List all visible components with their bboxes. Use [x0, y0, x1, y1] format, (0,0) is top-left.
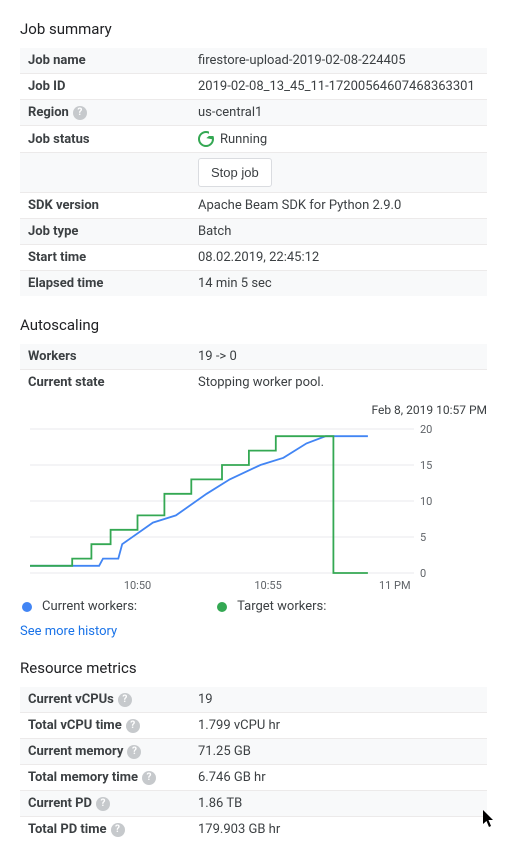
x-tick-label: 11 PM	[379, 579, 411, 592]
resource-row-value: 19	[190, 687, 487, 713]
autoscaling-row-value: Stopping worker pool.	[190, 370, 487, 396]
autoscaling-table: Workers19 -> 0Current stateStopping work…	[20, 344, 487, 395]
autoscaling-title: Autoscaling	[20, 316, 487, 334]
summary-row-value: 08.02.2019, 22:45:12	[190, 245, 487, 271]
summary-row-label: Job ID	[20, 74, 190, 100]
summary-row-label: SDK version	[20, 193, 190, 219]
chart-legend: Current workers: Target workers:	[20, 593, 487, 618]
resource-row-value: 1.86 TB	[190, 791, 487, 817]
resource-row-label: Current vCPUs?	[20, 687, 190, 713]
legend-dot-current	[22, 602, 32, 612]
resource-row-value: 71.25 GB	[190, 739, 487, 765]
status-text: Running	[220, 132, 267, 147]
autoscaling-chart: 0 5 10 15 20 10:50 10:55 11 PM	[20, 423, 450, 593]
resource-row-label: Total vCPU time?	[20, 713, 190, 739]
legend-label-current: Current workers:	[42, 599, 137, 614]
legend-current-workers: Current workers:	[22, 599, 137, 614]
summary-row-value: 14 min 5 sec	[190, 271, 487, 297]
summary-row-label: Region?	[20, 100, 190, 126]
resource-row-value: 179.903 GB hr	[190, 817, 487, 842]
resource-row-label: Total memory time?	[20, 765, 190, 791]
resource-row-value: 1.799 vCPU hr	[190, 713, 487, 739]
summary-row-label: Job type	[20, 219, 190, 245]
resource-row-label: Total PD time?	[20, 817, 190, 842]
y-tick-label: 10	[420, 495, 432, 508]
help-icon[interactable]: ?	[126, 719, 140, 733]
legend-dot-target	[217, 602, 227, 612]
help-icon[interactable]: ?	[73, 106, 87, 120]
y-tick-label: 15	[420, 459, 432, 472]
summary-row-value: firestore-upload-2019-02-08-224405	[190, 48, 487, 74]
help-icon[interactable]: ?	[142, 771, 156, 785]
help-icon[interactable]: ?	[96, 797, 110, 811]
y-tick-label: 0	[420, 567, 426, 580]
stop-job-button[interactable]: Stop job	[198, 158, 272, 187]
summary-row-label: Job status	[20, 126, 190, 153]
series-target-workers	[30, 436, 368, 573]
summary-row-value: us-central1	[190, 100, 487, 126]
autoscaling-row-label: Current state	[20, 370, 190, 396]
summary-row-value: Batch	[190, 219, 487, 245]
summary-row-value: Running	[190, 126, 487, 153]
summary-row-label: Job name	[20, 48, 190, 74]
chart-timestamp: Feb 8, 2019 10:57 PM	[0, 403, 487, 417]
summary-row-label: Elapsed time	[20, 271, 190, 297]
resource-metrics-table: Current vCPUs?19Total vCPU time?1.799 vC…	[20, 687, 487, 842]
summary-row-value: Apache Beam SDK for Python 2.9.0	[190, 193, 487, 219]
y-tick-label: 5	[420, 531, 426, 544]
x-tick-label: 10:50	[124, 579, 151, 592]
resource-metrics-title: Resource metrics	[20, 659, 487, 677]
summary-row-value: 2019-02-08_13_45_11-17200564607468363301	[190, 74, 487, 100]
job-summary-title: Job summary	[20, 20, 487, 38]
x-tick-label: 10:55	[254, 579, 281, 592]
job-summary-table: Job namefirestore-upload-2019-02-08-2244…	[20, 48, 487, 296]
autoscaling-row-label: Workers	[20, 344, 190, 370]
running-icon	[198, 131, 214, 147]
resource-row-value: 6.746 GB hr	[190, 765, 487, 791]
autoscaling-row-value: 19 -> 0	[190, 344, 487, 370]
help-icon[interactable]: ?	[127, 745, 141, 759]
legend-label-target: Target workers:	[237, 599, 326, 614]
summary-row-label: Start time	[20, 245, 190, 271]
legend-target-workers: Target workers:	[217, 599, 326, 614]
see-more-history-link[interactable]: See more history	[20, 624, 117, 639]
y-tick-label: 20	[420, 423, 432, 436]
help-icon[interactable]: ?	[111, 823, 125, 837]
resource-row-label: Current memory?	[20, 739, 190, 765]
resource-row-label: Current PD?	[20, 791, 190, 817]
help-icon[interactable]: ?	[118, 693, 132, 707]
